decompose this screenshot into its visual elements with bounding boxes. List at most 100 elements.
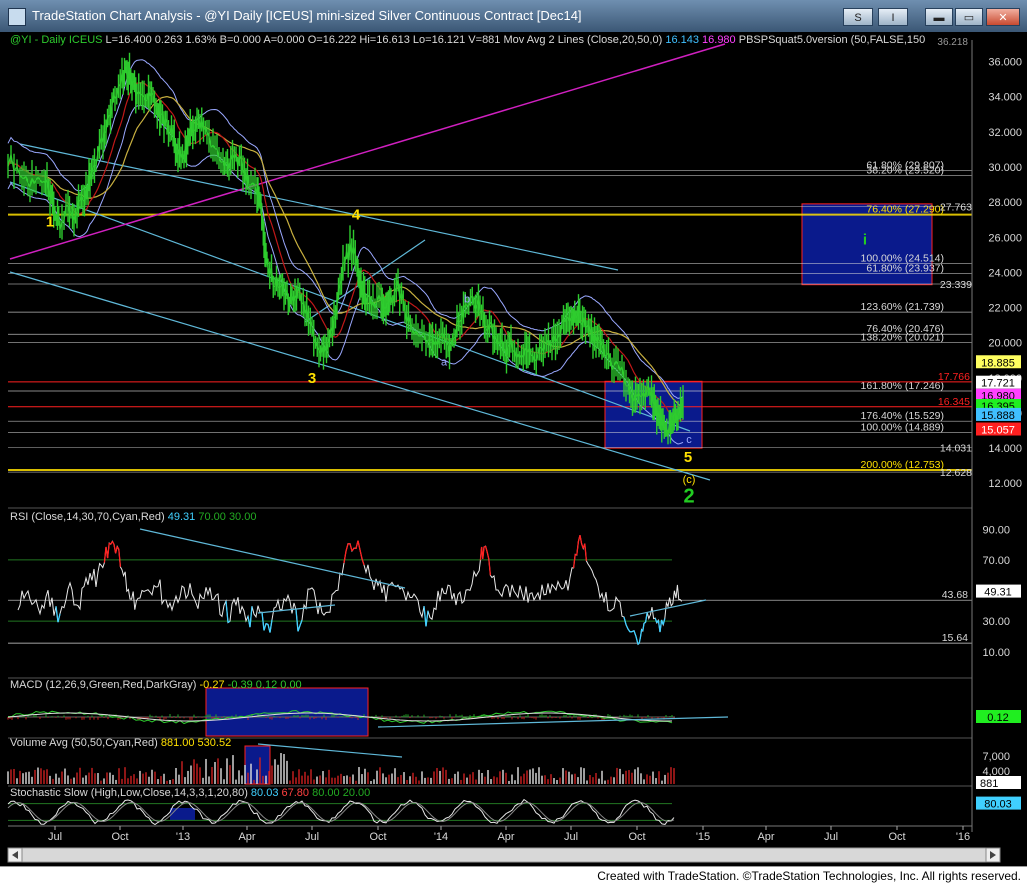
price-tick-partial: 36.218 [937, 37, 968, 48]
wave-label: a [441, 357, 448, 369]
time-tick: Oct [888, 831, 905, 843]
header-field: 16.143 [662, 34, 699, 46]
stochastic-badge: 80.03 [984, 799, 1012, 811]
macd-diff: 0.12 [256, 679, 280, 691]
volume-title-text: Volume Avg (50,50,Cyan,Red) [10, 737, 161, 749]
stochastic-box [170, 808, 195, 820]
status-bar: Created with TradeStation. ©TradeStation… [0, 866, 1027, 885]
rsi-level-label: 15.64 [942, 632, 968, 644]
header-field: L=16.400 [102, 34, 151, 46]
rsi-tick: 90.00 [982, 524, 1010, 536]
title-bar: TradeStation Chart Analysis - @YI Daily … [0, 0, 1027, 32]
price-badge: 17.721 [981, 378, 1015, 390]
price-tick: 12.000 [988, 478, 1022, 490]
header-field: @YI - Daily [10, 34, 66, 46]
macd-title: MACD (12,26,9,Green,Red,DarkGray) -0.27 … [10, 679, 302, 691]
time-tick: Apr [497, 831, 514, 843]
macd-badge: 0.12 [987, 712, 1008, 724]
rsi-oversold-segment [266, 624, 268, 625]
fib-level-label: 123.60% (21.739) [861, 301, 944, 313]
wave-label: 4 [352, 207, 361, 224]
time-tick: '16 [956, 831, 970, 843]
macd-avg: -0.39 [228, 679, 256, 691]
scrollbar-track[interactable] [8, 848, 1000, 862]
level-label: 27.763 [940, 201, 972, 213]
time-tick: Oct [628, 831, 645, 843]
wave-label: 1 [46, 214, 54, 231]
fib-level-label: 138.20% (20.021) [861, 331, 944, 343]
rsi-lower: 30.00 [229, 511, 257, 523]
header-field: O=16.222 [305, 34, 357, 46]
i-menu-button[interactable]: I [878, 8, 908, 26]
chart-header: @YI - Daily ICEUS L=16.400 0.263 1.63% B… [10, 34, 925, 46]
price-tick: 36.000 [988, 57, 1022, 69]
rsi-level-label: 43.68 [942, 589, 968, 601]
red-level-label: 17.766 [938, 371, 970, 383]
volume-tick: 7,000 [982, 751, 1010, 763]
rsi-badge: 49.31 [984, 587, 1012, 599]
wave-label: 5 [684, 449, 692, 466]
rsi-upper: 70.00 [198, 511, 229, 523]
header-field: V=881 [465, 34, 500, 46]
level-label: 14.031 [940, 443, 972, 455]
price-tick: 28.000 [988, 197, 1022, 209]
horizontal-scrollbar[interactable] [8, 848, 1000, 862]
macd-box [206, 688, 368, 736]
rsi-value: 49.31 [168, 511, 199, 523]
volume-badge: 881 [980, 778, 998, 790]
time-tick: Jul [305, 831, 319, 843]
macd-zero: 0.00 [280, 679, 301, 691]
time-tick: '14 [434, 831, 448, 843]
app-icon [8, 8, 26, 26]
price-badge: 18.885 [981, 357, 1015, 369]
fib-level-label: 61.80% (23.937) [866, 262, 944, 274]
volume-title: Volume Avg (50,50,Cyan,Red) 881.00 530.5… [10, 737, 231, 749]
wave-label: 2 [683, 486, 694, 508]
time-tick: '13 [176, 831, 190, 843]
macd-value: -0.27 [200, 679, 228, 691]
level-label: 12.628 [940, 467, 972, 479]
macd-title-text: MACD (12,26,9,Green,Red,DarkGray) [10, 679, 200, 691]
maximize-button[interactable]: ▭ [955, 8, 983, 26]
price-tick: 34.000 [988, 92, 1022, 104]
price-tick: 32.000 [988, 127, 1022, 139]
time-tick: Oct [369, 831, 386, 843]
stochastic-d: 67.80 [282, 787, 313, 799]
header-field: Hi=16.613 [356, 34, 410, 46]
s-menu-button[interactable]: S [843, 8, 873, 26]
copyright-text: Created with TradeStation. ©TradeStation… [597, 869, 1021, 883]
header-field: PBSPSquat5.0version (50,FALSE,150 [736, 34, 926, 46]
rsi-tick: 30.00 [982, 616, 1010, 628]
wave-label: c [686, 434, 692, 446]
fib-level-label: 176.40% (15.529) [861, 410, 944, 422]
wave-label: i [863, 231, 867, 248]
wave-label: (c) [683, 474, 696, 486]
time-tick: Jul [564, 831, 578, 843]
wave-label: 3 [308, 370, 316, 387]
fib-level-label: 200.00% (12.753) [861, 459, 944, 471]
rsi-oversold-segment [638, 643, 639, 644]
chart-canvas[interactable]: 38.20% (29.520)61.80% (29.807)76.40% (27… [0, 32, 1027, 866]
price-tick: 24.000 [988, 267, 1022, 279]
rsi-tick: 70.00 [982, 555, 1010, 567]
time-tick: Jul [824, 831, 838, 843]
price-badge: 15.888 [981, 410, 1015, 422]
close-button[interactable]: ✕ [986, 8, 1020, 26]
fib-level-label: 76.40% (27.290) [866, 204, 944, 216]
minimize-button[interactable]: ▬ [925, 8, 953, 26]
price-tick: 22.000 [988, 303, 1022, 315]
time-tick: '15 [696, 831, 710, 843]
time-tick: Oct [111, 831, 128, 843]
header-field: 16.980 [699, 34, 736, 46]
wave-label: b [464, 293, 470, 305]
price-tick: 14.000 [988, 443, 1022, 455]
header-field: 1.63% [182, 34, 216, 46]
stochastic-title: Stochastic Slow (High,Low,Close,14,3,3,1… [10, 787, 370, 799]
level-label: 23.339 [940, 279, 972, 291]
stochastic-os: 20.00 [343, 787, 371, 799]
volume-avg: 530.52 [198, 737, 232, 749]
rsi-oversold-segment [644, 622, 646, 623]
time-tick: Apr [238, 831, 255, 843]
rsi-tick: 10.00 [982, 647, 1010, 659]
window-title: TradeStation Chart Analysis - @YI Daily … [32, 8, 582, 23]
